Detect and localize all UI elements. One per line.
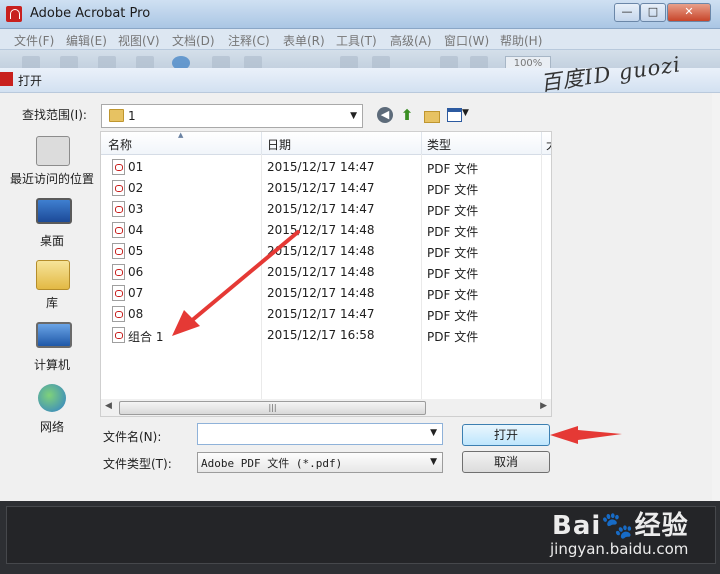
annotation-arrows bbox=[172, 230, 622, 444]
arrow-to-file bbox=[172, 230, 300, 336]
arrow-to-open-button bbox=[550, 426, 622, 444]
